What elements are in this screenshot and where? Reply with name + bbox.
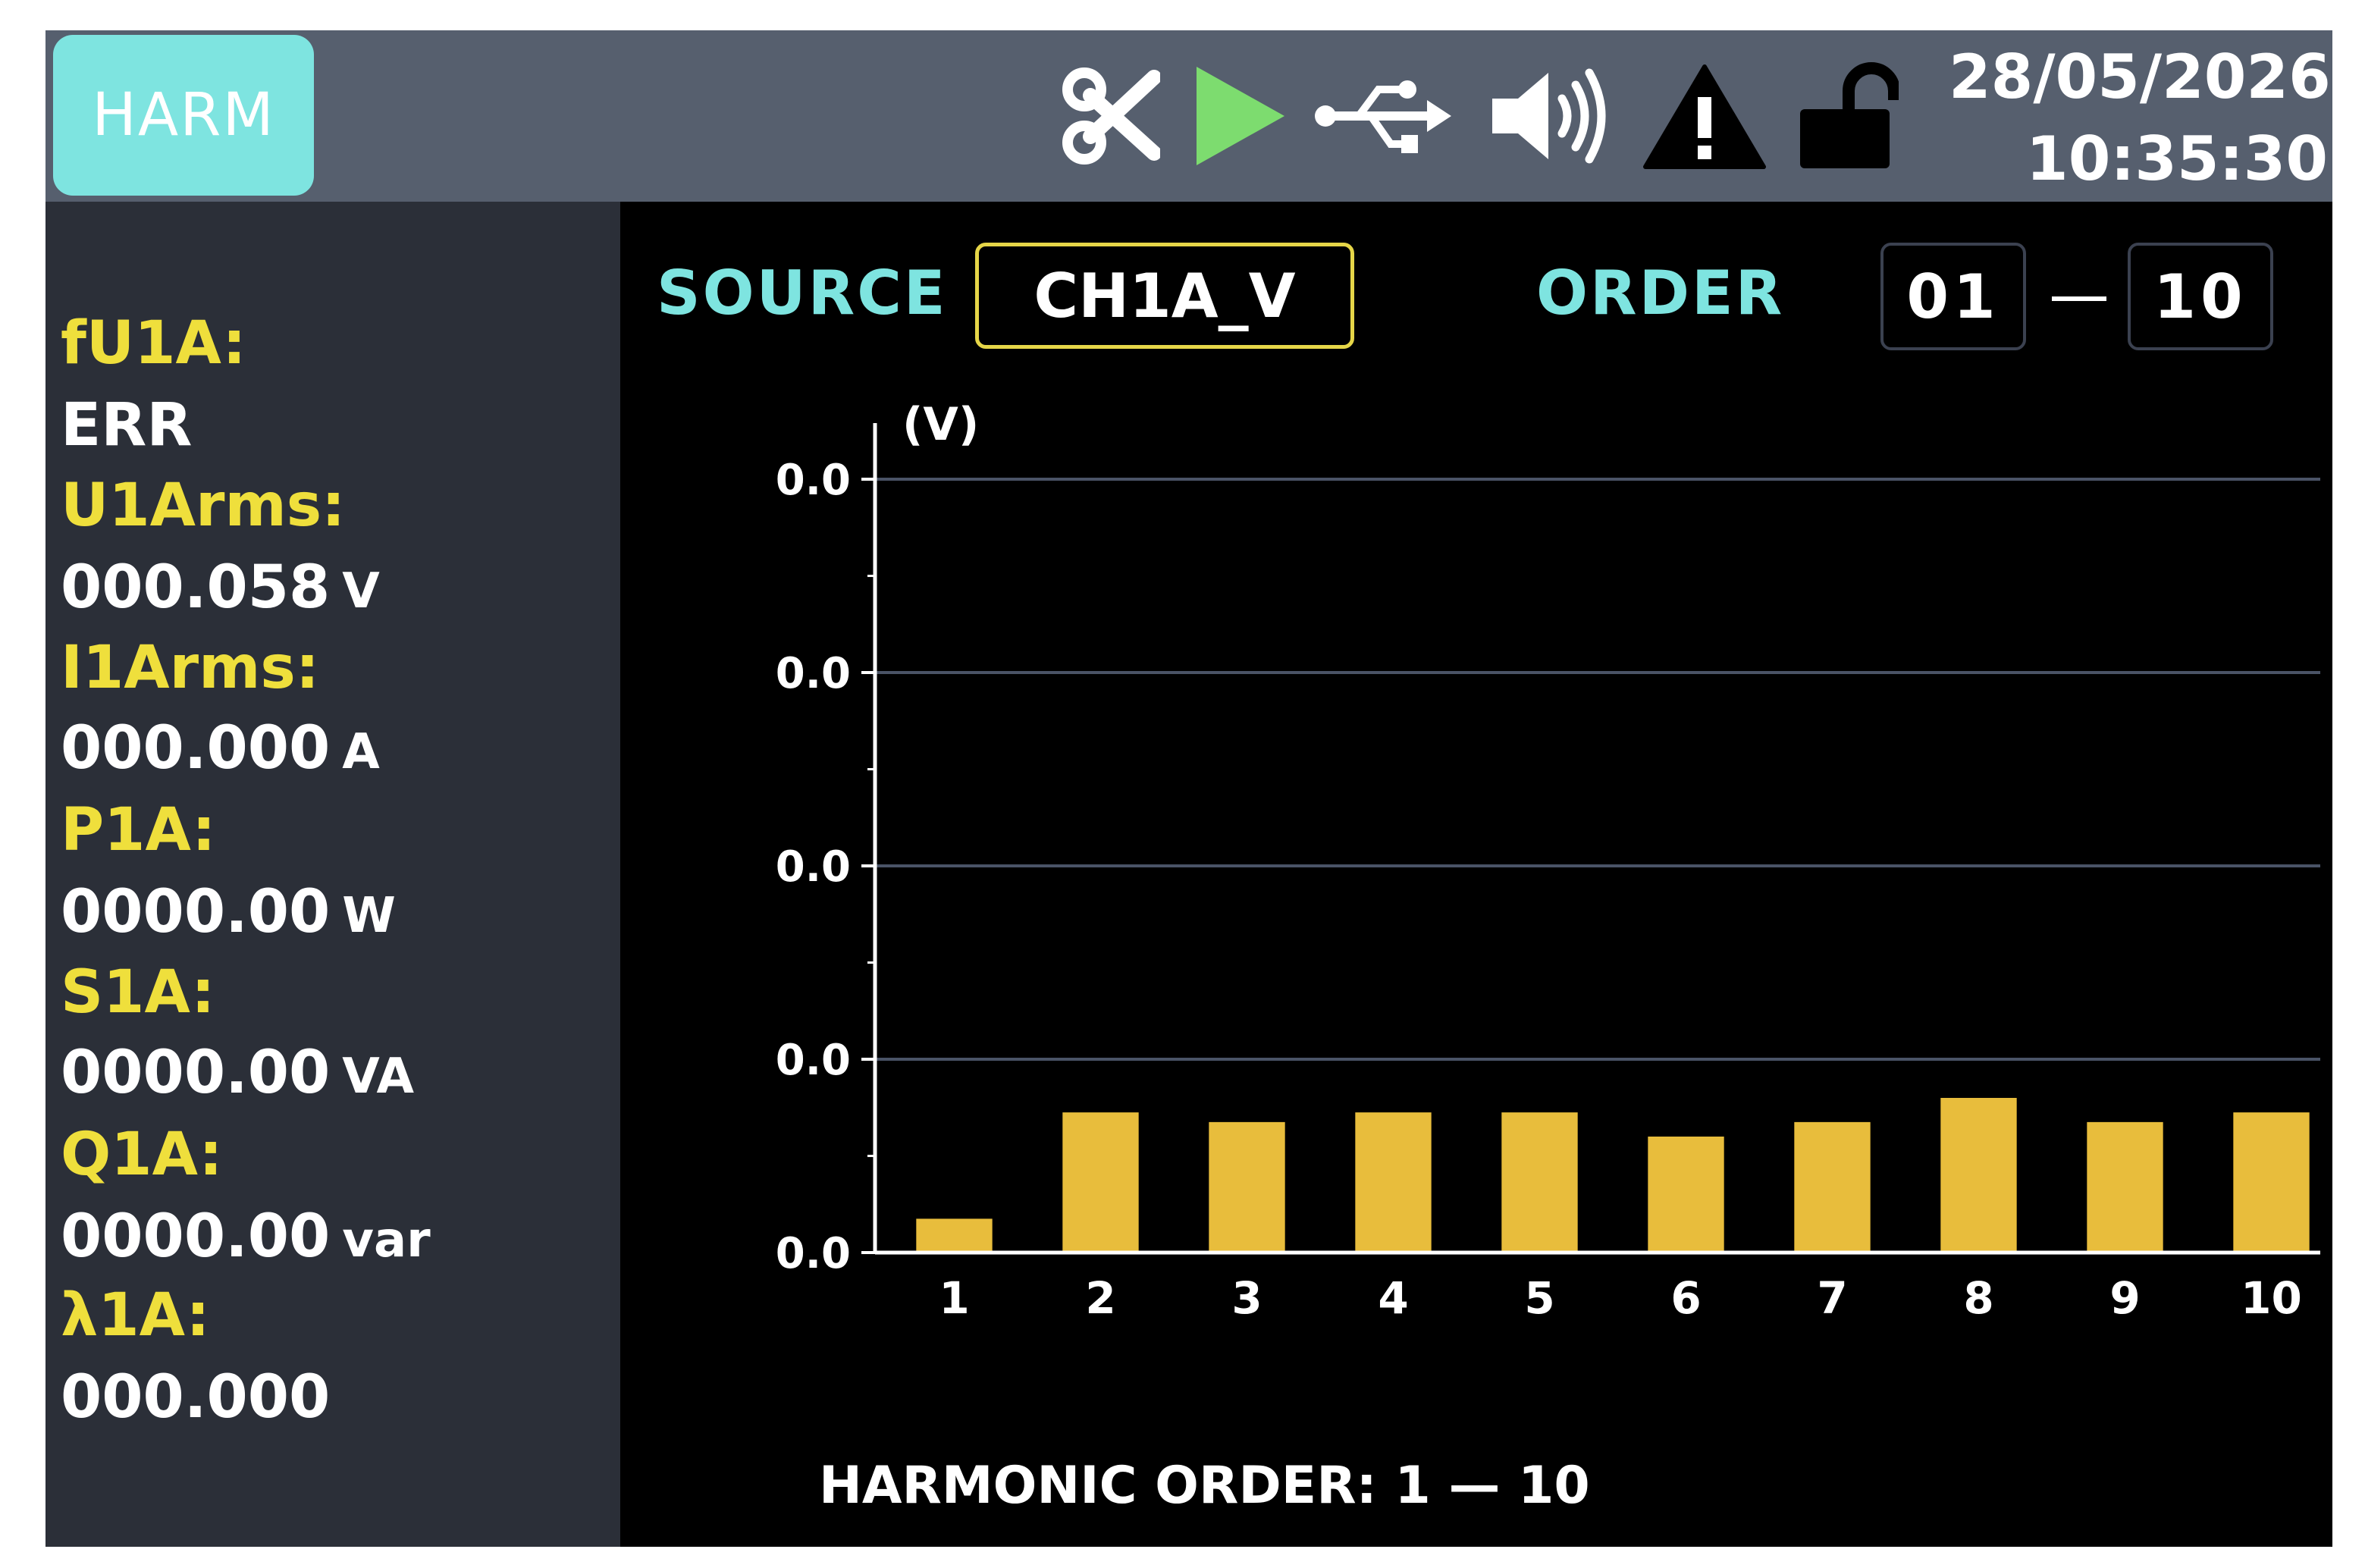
- harmonic-bar: [1062, 1112, 1139, 1253]
- label-p1a: P1A:: [61, 796, 216, 864]
- value-lambda1a: 000.000: [61, 1363, 331, 1432]
- label-s1a: S1A:: [61, 958, 215, 1027]
- label-lambda1a: λ1A:: [61, 1281, 210, 1350]
- order-to-field[interactable]: 10: [2128, 243, 2273, 350]
- x-tick-label: 7: [1817, 1272, 1847, 1324]
- harmonic-bar: [1209, 1121, 1285, 1253]
- date-text: 28/05/2026: [1949, 42, 2331, 112]
- unlock-icon[interactable]: [1796, 62, 1899, 170]
- harmonic-bar-chart: 0.0 0.0 0.0 0.0 0.0 1 2 3 4 5 6 7 8 9 10 (V): [776, 398, 2320, 1324]
- x-tick-label: 6: [1670, 1272, 1701, 1324]
- harmonic-bar: [2087, 1121, 2163, 1253]
- label-fu1a: fU1A:: [61, 309, 246, 378]
- harmonic-order-caption: HARMONIC ORDER: 1 — 10: [819, 1456, 1590, 1516]
- top-status-bar: HARM 28/05/2026 10:35:30: [45, 30, 2332, 202]
- value-u1arms: 000.058 V: [61, 554, 380, 622]
- value-s1a: 0000.00 VA: [61, 1039, 414, 1107]
- label-u1arms: U1Arms:: [61, 472, 346, 540]
- scissors-icon[interactable]: [1062, 62, 1160, 170]
- harmonic-bar: [1501, 1112, 1578, 1253]
- measurement-panel: fU1A: ERR U1Arms: 000.058 V I1Arms: 000.0…: [45, 202, 620, 1547]
- source-label: SOURCE: [657, 258, 948, 328]
- time-text: 10:35:30: [2026, 124, 2328, 194]
- usb-icon[interactable]: [1313, 62, 1453, 170]
- source-selector[interactable]: CH1A_V: [975, 243, 1354, 349]
- value-p1a: 0000.00 W: [61, 878, 396, 946]
- x-tick-label: 9: [2109, 1272, 2140, 1324]
- x-tick-label: 3: [1231, 1272, 1262, 1324]
- label-i1arms: I1Arms:: [61, 634, 320, 702]
- instrument-screen: HARM 28/05/2026 10:35:30 fU1A: ERR U1Arm…: [45, 30, 2332, 1547]
- x-tick-label: 2: [1085, 1272, 1115, 1324]
- harmonic-bar: [1794, 1121, 1871, 1253]
- y-tick-label: 0.0: [776, 1229, 851, 1278]
- y-tick-label: 0.0: [776, 842, 851, 892]
- x-tick-label: 4: [1378, 1272, 1408, 1324]
- order-range-dash: [2052, 296, 2106, 301]
- value-fu1a: ERR: [61, 391, 193, 459]
- y-tick-label: 0.0: [776, 1036, 851, 1085]
- harmonic-bar: [1940, 1098, 2017, 1253]
- label-q1a: Q1A:: [61, 1121, 223, 1189]
- harmonic-bar: [2233, 1112, 2310, 1253]
- order-from-field[interactable]: 01: [1880, 243, 2026, 350]
- order-label: ORDER: [1536, 258, 1785, 328]
- harmonic-bar: [1355, 1112, 1432, 1253]
- y-tick-label: 0.0: [776, 456, 851, 505]
- x-tick-label: 8: [1963, 1272, 1993, 1324]
- chart-bars: [916, 1098, 2310, 1253]
- play-icon[interactable]: [1190, 62, 1288, 170]
- y-unit-label: (V): [902, 398, 979, 451]
- x-tick-label: 10: [2241, 1272, 2302, 1324]
- warning-icon[interactable]: [1642, 62, 1767, 170]
- value-q1a: 0000.00 var: [61, 1203, 431, 1271]
- mode-button-harm[interactable]: HARM: [53, 35, 314, 196]
- harmonic-bar: [916, 1218, 993, 1253]
- value-i1arms: 000.000 A: [61, 714, 380, 782]
- date-time-display: 28/05/2026 10:35:30: [1949, 36, 2331, 200]
- speaker-icon[interactable]: [1486, 62, 1614, 170]
- y-tick-label: 0.0: [776, 649, 851, 698]
- x-tick-label: 1: [939, 1272, 969, 1324]
- x-tick-label: 5: [1524, 1272, 1554, 1324]
- harmonic-bar: [1648, 1137, 1724, 1253]
